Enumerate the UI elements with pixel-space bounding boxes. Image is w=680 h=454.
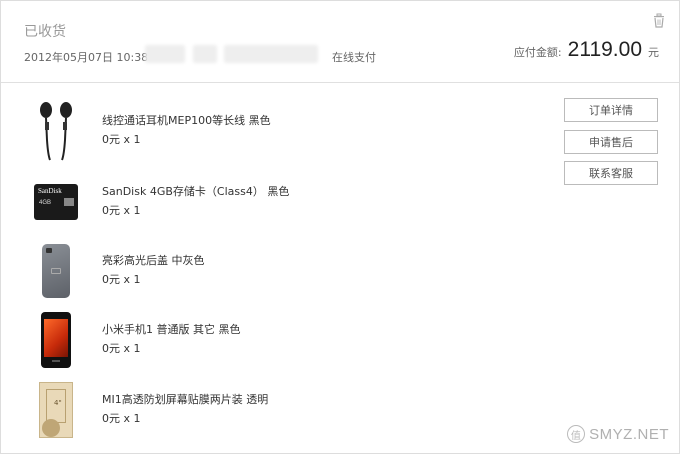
- pack-label: 4": [54, 399, 62, 407]
- item-price: 0元 x 1: [102, 133, 141, 146]
- list-item: 线控通话耳机MEP100等长线 黑色 0元 x 1: [1, 100, 541, 166]
- order-status: 已收货: [24, 24, 66, 40]
- amount-currency: 元: [648, 46, 659, 59]
- card-size: 4GB: [39, 200, 52, 206]
- sd-card-image[interactable]: SanDisk 4GB: [31, 171, 81, 233]
- payment-method: 在线支付: [332, 51, 376, 64]
- back-cover-image[interactable]: [31, 240, 81, 302]
- order-card: 已收货 2012年05月07日 10:38 在线支付 应付金额: 2119.00…: [0, 0, 680, 454]
- item-price: 0元 x 1: [102, 273, 141, 286]
- order-amount: 应付金额: 2119.00 元: [514, 38, 659, 62]
- redacted-info: [145, 45, 185, 63]
- watermark-logo-icon: 值: [567, 425, 586, 443]
- earphones-image[interactable]: [31, 100, 81, 162]
- item-price: 0元 x 1: [102, 204, 141, 217]
- screen-protector-image[interactable]: 4": [31, 379, 81, 441]
- after-sales-button[interactable]: 申请售后: [564, 130, 658, 154]
- item-price: 0元 x 1: [102, 412, 141, 425]
- redacted-info: [224, 45, 318, 63]
- watermark-text: SMYZ.NET: [589, 425, 669, 443]
- item-name[interactable]: 小米手机1 普通版 其它 黑色: [102, 321, 241, 337]
- redacted-info: [193, 45, 217, 63]
- list-item: 4" MI1高透防划屏幕贴膜两片装 透明 0元 x 1: [1, 379, 541, 445]
- list-item: 小米手机1 普通版 其它 黑色 0元 x 1: [1, 309, 541, 375]
- item-price: 0元 x 1: [102, 342, 141, 355]
- trash-icon[interactable]: [653, 13, 665, 28]
- amount-value: 2119.00: [567, 38, 642, 61]
- item-name[interactable]: 亮彩高光后盖 中灰色: [102, 252, 205, 268]
- item-name[interactable]: MI1高透防划屏幕贴膜两片装 透明: [102, 391, 268, 407]
- order-datetime: 2012年05月07日 10:38: [24, 51, 149, 64]
- item-name[interactable]: SanDisk 4GB存储卡（Class4） 黑色: [102, 183, 289, 199]
- order-detail-button[interactable]: 订单详情: [564, 98, 658, 122]
- order-header: 已收货 2012年05月07日 10:38 在线支付 应付金额: 2119.00…: [1, 1, 679, 83]
- contact-service-button[interactable]: 联系客服: [564, 161, 658, 185]
- phone-image[interactable]: [31, 309, 81, 371]
- amount-label: 应付金额:: [513, 46, 562, 59]
- item-name[interactable]: 线控通话耳机MEP100等长线 黑色: [102, 112, 271, 128]
- list-item: 亮彩高光后盖 中灰色 0元 x 1: [1, 240, 541, 306]
- list-item: SanDisk 4GB SanDisk 4GB存储卡（Class4） 黑色 0元…: [1, 171, 541, 237]
- watermark: 值 SMYZ.NET: [567, 425, 669, 443]
- card-brand: SanDisk: [38, 187, 62, 195]
